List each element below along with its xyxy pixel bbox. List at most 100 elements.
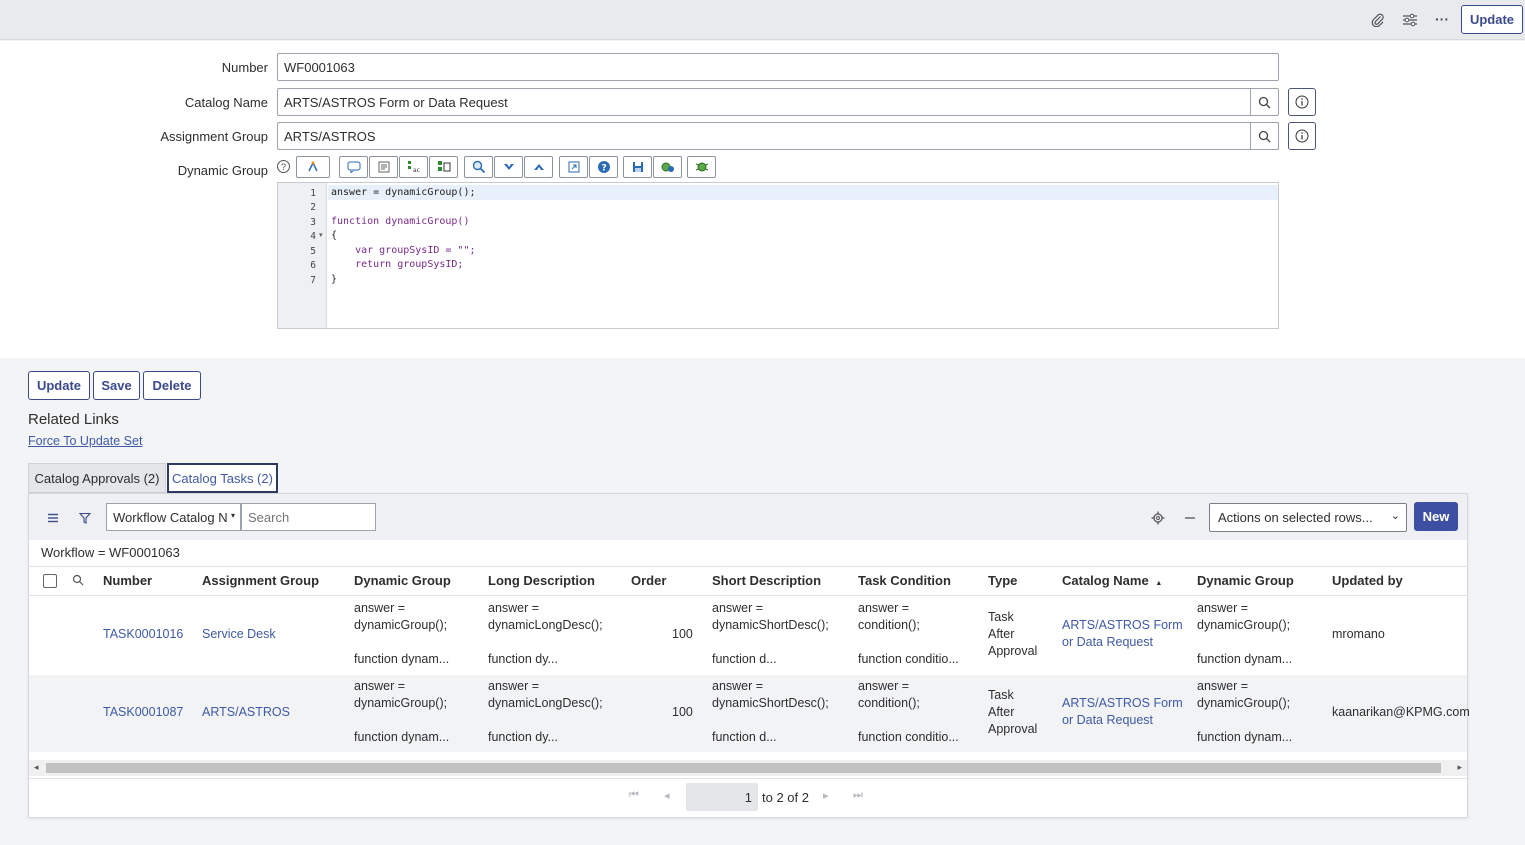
search-icon[interactable] — [1250, 123, 1278, 149]
collapse-icon[interactable] — [1179, 507, 1201, 529]
cell-line: dynamicGroup(); — [354, 618, 448, 632]
replace-icon[interactable]: ac — [399, 156, 428, 178]
cell-line: ARTS/ASTROS Form — [1062, 618, 1183, 632]
column-header-type[interactable]: Type — [988, 573, 1017, 588]
column-header-task-condition[interactable]: Task Condition — [858, 573, 951, 588]
header-update-button[interactable]: Update — [1461, 5, 1523, 34]
horizontal-scrollbar[interactable]: ◂ ▸ — [29, 760, 1467, 776]
fullscreen-icon[interactable] — [559, 156, 588, 178]
actions-select-value: Actions on selected rows... — [1218, 510, 1373, 525]
column-header-dynamic-group[interactable]: Dynamic Group — [354, 573, 451, 588]
column-header-updated-by[interactable]: Updated by — [1332, 573, 1403, 588]
row-assignment-group[interactable]: ARTS/ASTROS — [202, 704, 290, 721]
find-next-icon[interactable] — [494, 156, 523, 178]
new-button[interactable]: New — [1414, 502, 1458, 531]
row-assignment-group[interactable]: Service Desk — [202, 626, 276, 643]
scroll-right-icon[interactable]: ▸ — [1457, 762, 1462, 773]
line-number: 7 — [310, 275, 316, 286]
cell-line: function dynam... — [354, 730, 450, 744]
row-type: Task After Approval — [988, 609, 1037, 660]
number-field[interactable]: WF0001063 — [277, 53, 1279, 81]
column-header-long-description[interactable]: Long Description — [488, 573, 595, 588]
column-header-dynamic-group-2[interactable]: Dynamic Group — [1197, 573, 1294, 588]
row-number[interactable]: TASK0001016 — [103, 626, 183, 643]
cell-line: function d... — [712, 652, 777, 666]
actions-select[interactable]: Actions on selected rows... ⌄ — [1209, 503, 1407, 532]
comment-icon[interactable] — [339, 156, 368, 178]
tab-catalog-tasks[interactable]: Catalog Tasks (2) — [167, 463, 278, 493]
first-page-icon[interactable]: ⏮ — [629, 789, 639, 802]
column-header-number[interactable]: Number — [103, 573, 152, 588]
update-button[interactable]: Update — [28, 371, 90, 400]
search-input[interactable] — [241, 503, 376, 531]
previous-page-icon[interactable]: ◂ — [664, 789, 670, 802]
cell-line: answer = — [1197, 679, 1249, 693]
cell-line: function dynam... — [354, 652, 450, 666]
cell-line: Approval — [988, 644, 1038, 658]
more-icon[interactable]: ··· — [1431, 8, 1453, 30]
row-catalog-name[interactable]: ARTS/ASTROS Form or Data Request — [1062, 695, 1183, 729]
search-code-icon[interactable] — [464, 156, 493, 178]
line-number: 1 — [310, 188, 316, 199]
sliders-icon[interactable] — [1399, 9, 1421, 31]
code-text: answer = dynamicGroup(); — [331, 187, 476, 198]
fold-toggle-icon[interactable]: ▾ — [319, 231, 323, 239]
column-header-catalog-name[interactable]: Catalog Name ▲ — [1062, 573, 1162, 588]
line-number: 3 — [310, 217, 316, 228]
column-header-short-description[interactable]: Short Description — [712, 573, 821, 588]
toggle-syntax-icon[interactable] — [296, 156, 330, 178]
column-header-assignment-group[interactable]: Assignment Group — [202, 573, 319, 588]
cell-line: After — [988, 627, 1015, 641]
force-update-link[interactable]: Force To Update Set — [28, 434, 142, 448]
assignment-group-field[interactable]: ARTS/ASTROS — [277, 122, 1279, 150]
help-blue-icon[interactable]: ? — [589, 156, 618, 178]
row-number[interactable]: TASK0001087 — [103, 704, 183, 721]
code-text: var groupSysID = ""; — [331, 245, 476, 256]
info-icon[interactable] — [1288, 122, 1316, 150]
column-select[interactable]: Workflow Catalog N ▾ — [106, 503, 241, 531]
debugger-icon[interactable] — [687, 156, 716, 178]
tab-catalog-approvals[interactable]: Catalog Approvals (2) — [28, 463, 166, 493]
row-long-description: answer = dynamicLongDesc(); function dy.… — [488, 600, 603, 668]
row-dynamic-group: answer = dynamicGroup(); function dynam.… — [354, 600, 449, 668]
tab-label: Catalog Approvals (2) — [34, 470, 160, 486]
row-task-condition: answer = condition(); function conditio.… — [858, 678, 959, 746]
search-icon[interactable] — [67, 569, 89, 591]
line-number: 5 — [310, 246, 316, 257]
code-text: function dynamicGroup() — [331, 216, 470, 227]
cell-line: dynamicGroup(); — [354, 696, 448, 710]
row-catalog-name[interactable]: ARTS/ASTROS Form or Data Request — [1062, 617, 1183, 651]
format-code-icon[interactable] — [369, 156, 398, 178]
info-icon[interactable] — [1288, 88, 1316, 116]
last-page-icon[interactable]: ⏭ — [853, 789, 863, 802]
cell-line: answer = — [858, 601, 910, 615]
save-button[interactable]: Save — [93, 371, 140, 400]
save-disk-icon[interactable] — [623, 156, 652, 178]
paperclip-icon[interactable] — [1367, 9, 1389, 31]
cell-line: answer = — [858, 679, 910, 693]
cell-line: Task — [988, 610, 1014, 624]
delete-button[interactable]: Delete — [143, 371, 201, 400]
select-all-checkbox[interactable] — [43, 574, 57, 588]
cell-line: answer = — [488, 601, 540, 615]
scrollbar-thumb[interactable] — [46, 763, 1441, 773]
filter-icon[interactable] — [74, 507, 96, 529]
replace-all-icon[interactable] — [429, 156, 458, 178]
code-line-7: } — [331, 274, 337, 285]
tab-label: Catalog Tasks (2) — [172, 470, 273, 486]
script-editor[interactable]: 1 2 3 4 ▾ 5 6 7 answer = dynamicGroup();… — [277, 182, 1279, 329]
next-page-icon[interactable]: ▸ — [823, 789, 829, 802]
help-icon[interactable]: ? — [277, 160, 290, 173]
search-icon[interactable] — [1250, 89, 1278, 115]
catalog-name-label: Catalog Name — [184, 95, 268, 110]
list-breadcrumb[interactable]: Workflow = WF0001063 — [41, 545, 180, 560]
page-input[interactable]: 1 — [686, 783, 758, 811]
catalog-name-field[interactable]: ARTS/ASTROS Form or Data Request — [277, 88, 1279, 116]
script-debug-icon[interactable] — [653, 156, 682, 178]
gear-icon[interactable] — [1147, 507, 1169, 529]
scroll-left-icon[interactable]: ◂ — [34, 762, 39, 773]
hamburger-menu-icon[interactable] — [42, 507, 64, 529]
cell-line: function d... — [712, 730, 777, 744]
find-previous-icon[interactable] — [524, 156, 553, 178]
column-header-order[interactable]: Order — [631, 573, 666, 588]
